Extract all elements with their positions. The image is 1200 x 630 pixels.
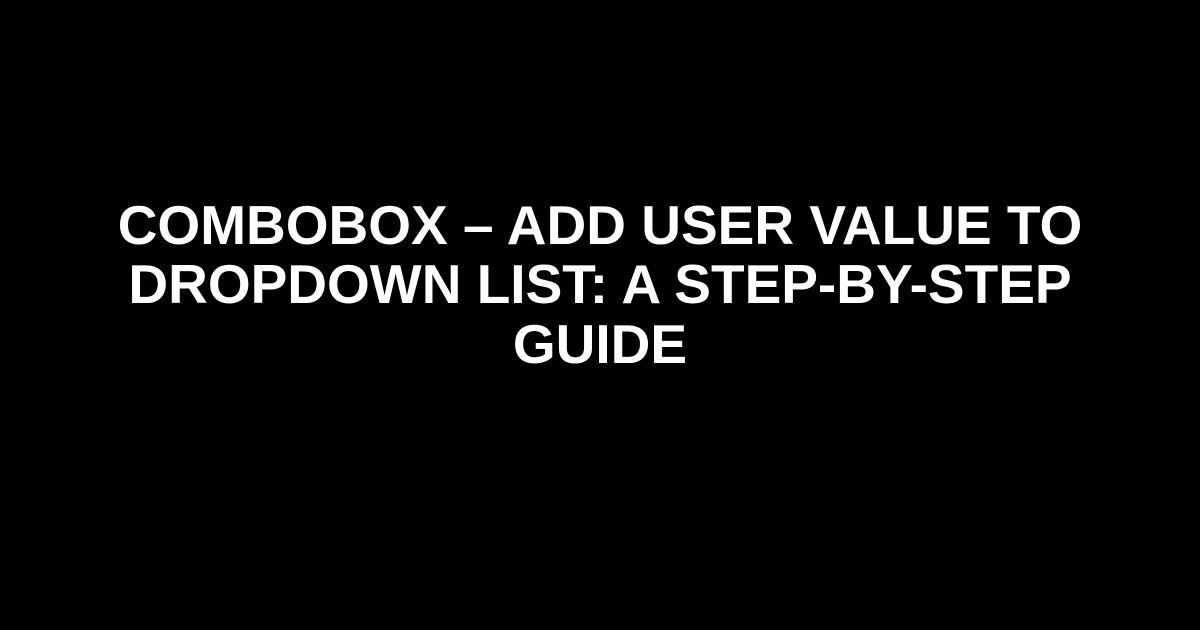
page-title: ComboBox – Add User Value to Dropdown Li… — [60, 196, 1140, 374]
title-container: ComboBox – Add User Value to Dropdown Li… — [0, 196, 1200, 374]
